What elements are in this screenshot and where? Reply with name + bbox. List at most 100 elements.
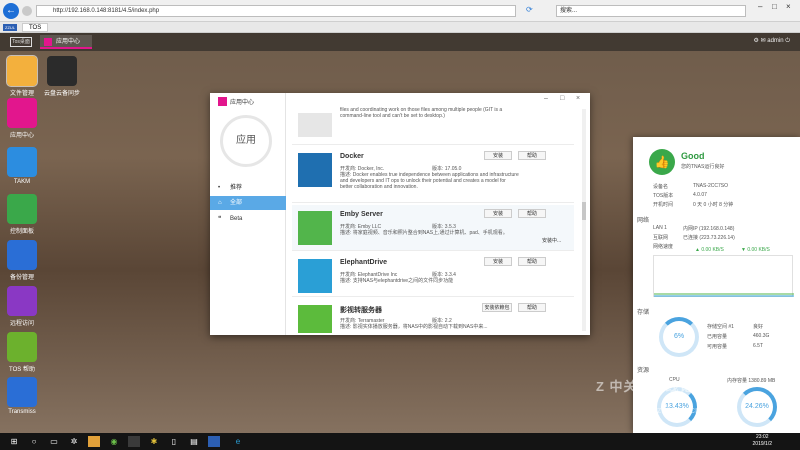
app-card-emby: Emby Server 开发商: Emby LLC 版本: 3.5.3 描述: … [292,205,574,251]
desktop-icon-label: Transmiss [8,409,36,415]
info-row: 开机时间 0 天 0 小时 8 分钟 [653,201,733,208]
app-list-scrollbar[interactable] [582,109,586,331]
settings-icon[interactable]: ✲ [68,436,80,447]
desktop-icon-backup[interactable]: 备份管理 [2,240,42,281]
close-icon[interactable]: × [786,2,791,11]
tos-desktop-button[interactable]: Tos桌面 [10,37,32,47]
storage-value: 460.3G [753,333,770,339]
minimize-icon[interactable]: – [758,2,762,11]
install-button[interactable]: 安装 [484,209,512,218]
user-name: admin [767,38,784,44]
desktop-icon-cloud-sync[interactable]: 云盘云备同步 [42,56,82,97]
clock-date: 2019/1/2 [752,441,772,447]
storage-label: 可用容量 [707,344,728,350]
media-server-icon [298,305,332,333]
desktop-icon-control-panel[interactable]: 控制面板 [2,194,42,235]
app-name: 影视转服务器 [340,307,382,314]
elephantdrive-icon [298,259,332,293]
app-icon[interactable] [128,436,140,447]
install-button[interactable]: 安装 [484,257,512,266]
app-desc: 描述: 影视实体播放服务器，将NAS中的影视自动下载到NAS中来... [340,324,488,330]
doc-icon[interactable]: ▤ [188,436,200,447]
taskbar-clock[interactable]: 23:02 2019/1/2 [753,434,772,448]
help-button[interactable]: 帮助 [518,151,546,160]
desktop-icon-takm[interactable]: TAKM [2,147,42,185]
info-label: TOS版本 [653,193,674,199]
explorer-icon[interactable] [88,436,100,447]
health-subline: 您的TNAS运行良好 [681,164,725,170]
help-button[interactable]: 帮助 [518,303,546,312]
desktop-icon-label: 控制面板 [9,229,34,235]
refresh-icon[interactable]: ⟳ [526,5,536,15]
browser-search-input[interactable]: 搜索... [556,5,746,17]
nav-recommended[interactable]: • 推荐 [210,181,286,195]
start-icon[interactable]: ⊞ [8,436,20,447]
storage-ring: 6% [659,317,699,357]
emby-icon [298,211,332,245]
browser-tab[interactable]: TOS [22,23,49,32]
desktop-icon-download[interactable]: Transmiss [2,377,42,415]
net-download: ▼ 0.00 KB/S [741,247,770,253]
nav-all[interactable]: ⌂ 全部 [210,196,286,210]
app-name: ElephantDrive [340,259,388,266]
app-version: 版本: 17.05.0 [432,166,462,172]
app-tab-label: 应用中心 [56,39,81,45]
app-desc: files and coordinating work on those fil… [340,107,503,119]
app-developer: 开发商: Terramaster [340,318,385,324]
help-button[interactable]: 帮助 [518,257,546,266]
storage-label: 已用容量 [707,334,728,340]
window-minimize-icon[interactable]: – [544,95,548,102]
window-close-icon[interactable]: × [576,95,580,102]
desktop-icon-label: TOS 帮助 [9,367,35,373]
back-icon[interactable]: ← [3,3,19,19]
install-button[interactable]: 安装 [484,151,512,160]
help-button[interactable]: 帮助 [518,209,546,218]
info-value: 4.0.07 [693,192,707,198]
puzzle-icon[interactable]: ✱ [148,436,160,447]
task-view-icon[interactable]: ▭ [48,436,60,447]
app-card-elephantdrive: ElephantDrive 开发商: ElephantDrive Inc 版本:… [292,253,574,297]
scroll-thumb[interactable] [582,202,586,220]
desktop-icon-label: 文件管理 [9,91,34,97]
nav-beta[interactable]: ❝ Beta [210,212,286,226]
install-status: 安装中... [542,238,562,244]
app-developer: 开发商: ElephantDrive Inc [340,272,398,278]
media-icon[interactable] [208,436,220,447]
info-value: TNAS-2CC7SO [693,183,729,189]
app-center-icon [44,38,52,46]
maximize-icon[interactable]: □ [772,2,777,11]
desktop-icon-help[interactable]: TOS 帮助 [2,332,42,373]
forward-icon[interactable] [22,6,32,16]
bullet-icon: • [218,185,221,191]
wechat-icon[interactable]: ◉ [108,436,120,447]
network-section-title: 网络 [637,218,650,224]
desktop-icon-label: 备份管理 [9,275,34,281]
storage-row: 存储空间 #1 良好 [707,323,763,330]
nav-label: Beta [230,216,243,222]
desktop-icon-label: TAKM [13,179,31,185]
app-desc: 描述: Docker enables true independence bet… [340,172,519,190]
cloud-icon [7,286,37,316]
nav-label: 全部 [230,200,243,206]
docker-icon [298,153,332,187]
control-panel-icon [7,194,37,224]
install-deps-button[interactable]: 安装依赖包 [482,303,512,312]
app-version: 版本: 3.5.3 [432,224,456,230]
window-maximize-icon[interactable]: □ [560,95,564,102]
window-title-text: 应用中心 [230,100,255,106]
app-list: files and coordinating work on those fil… [292,107,582,333]
net-row: 网络速度 [653,243,673,250]
app-card-docker: Docker 开发商: Docker, Inc. 版本: 17.05.0 描述:… [292,147,574,203]
taskbar-app-center[interactable]: 应用中心 [40,35,92,49]
folder-icon [6,55,38,87]
user-menu[interactable]: ⚙ ✉ admin ⏻ [753,37,790,45]
ie-icon[interactable]: e [232,436,244,447]
file-icon[interactable]: ▯ [168,436,180,447]
desktop-icon-cloud[interactable]: 远程访问 [2,286,42,327]
address-bar[interactable]: http://192.168.0.148:8181/4.5/index.php [36,5,516,17]
app-center-sidebar: 应用中心 应用 • 推荐 ⌂ 全部 ❝ Beta [210,93,286,335]
search-icon[interactable]: ○ [28,436,40,447]
desktop-icon-folder[interactable]: 文件管理 [2,55,42,97]
watermark-title: Z 中关村在线论坛 [596,379,708,394]
desktop-icon-app-center[interactable]: 应用中心 [2,98,42,139]
